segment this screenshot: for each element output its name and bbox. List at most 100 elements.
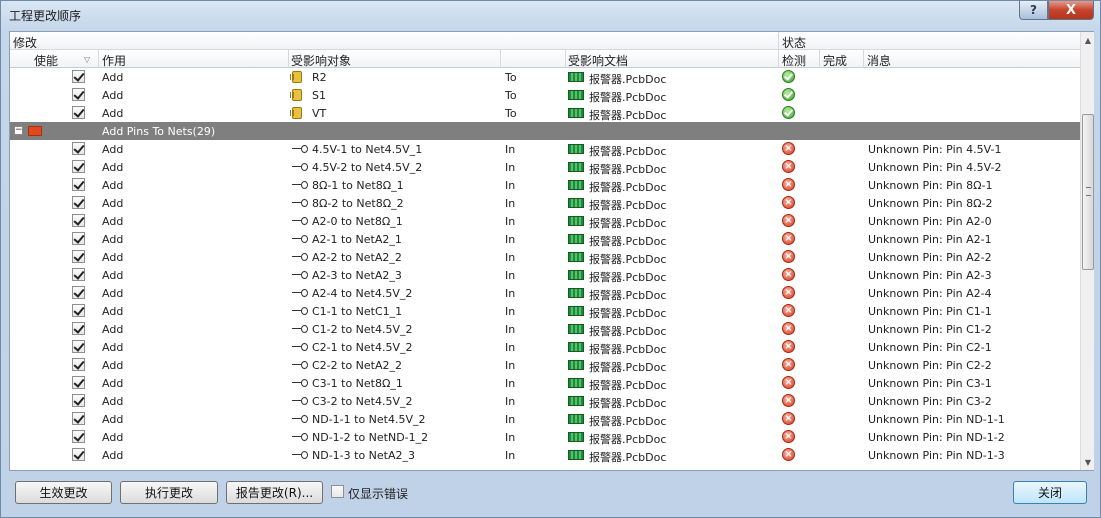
affected-doc-cell: 报警器.PcbDoc: [589, 361, 667, 374]
enable-checkbox[interactable]: [72, 178, 85, 191]
enable-checkbox[interactable]: [72, 286, 85, 299]
table-row[interactable]: Add C1-1 to NetC1_1 In 报警器.PcbDoc × Unknown P…: [10, 302, 1080, 320]
enable-checkbox[interactable]: [72, 142, 85, 155]
message-cell: Unknown Pin: Pin C2-2: [868, 359, 992, 372]
message-cell: Unknown Pin: Pin C1-2: [868, 323, 992, 336]
affected-doc-cell: 报警器.PcbDoc: [589, 253, 667, 266]
message-cell: Unknown Pin: Pin 8Ω-1: [868, 179, 993, 192]
enable-checkbox[interactable]: [72, 412, 85, 425]
pin-icon: [292, 163, 308, 171]
direction-cell: In: [505, 143, 516, 156]
action-cell: Add: [102, 341, 124, 354]
pcb-document-icon: [568, 432, 584, 442]
enable-checkbox[interactable]: [72, 106, 85, 119]
table-row[interactable]: Add A2-4 to Net4.5V_2 In 报警器.PcbDoc × Unknown…: [10, 284, 1080, 302]
enable-checkbox[interactable]: [72, 268, 85, 281]
affected-doc-cell: 报警器.PcbDoc: [589, 343, 667, 356]
only-show-errors-checkbox[interactable]: [331, 485, 344, 498]
table-row[interactable]: Add 8Ω-2 to Net8Ω_2 In 报警器.PcbDoc × Unknown P…: [10, 194, 1080, 212]
table-row[interactable]: Add 4.5V-1 to Net4.5V_1 In 报警器.PcbDoc × Unkno…: [10, 140, 1080, 158]
affected-object-cell: 4.5V-1 to Net4.5V_1: [312, 143, 423, 156]
table-row[interactable]: Add ND-1-1 to Net4.5V_2 In 报警器.PcbDoc × Unkno…: [10, 410, 1080, 428]
col-affected-object-header[interactable]: 受影响对象: [291, 52, 351, 69]
enable-checkbox[interactable]: [72, 430, 85, 443]
col-affected-doc-header[interactable]: 受影响文档: [568, 52, 628, 69]
table-row[interactable]: Add C2-1 to Net4.5V_2 In 报警器.PcbDoc × Unknown…: [10, 338, 1080, 356]
enable-checkbox[interactable]: [72, 214, 85, 227]
affected-doc-cell: 报警器.PcbDoc: [589, 415, 667, 428]
enable-checkbox[interactable]: [72, 448, 85, 461]
action-cell: Add: [102, 269, 124, 282]
enable-checkbox[interactable]: [72, 322, 85, 335]
pcb-document-icon: [568, 360, 584, 370]
action-cell: Add: [102, 89, 124, 102]
table-row[interactable]: Add ND-1-3 to NetA2_3 In 报警器.PcbDoc × Unknown…: [10, 446, 1080, 464]
direction-cell: In: [505, 287, 516, 300]
error-icon: ×: [782, 160, 795, 173]
table-row[interactable]: Add ND-1-2 to NetND-1_2 In 报警器.PcbDoc × Unkno…: [10, 428, 1080, 446]
table-row[interactable]: Add R2 To 报警器.PcbDoc: [10, 68, 1080, 86]
report-changes-button[interactable]: 报告更改(R)...: [226, 481, 323, 504]
close-button[interactable]: 关闭: [1013, 481, 1087, 504]
enable-checkbox[interactable]: [72, 70, 85, 83]
error-icon: ×: [782, 286, 795, 299]
window-title: 工程更改顺序: [9, 9, 82, 23]
table-row[interactable]: Add A2-0 to Net8Ω_1 In 报警器.PcbDoc × Unknown P…: [10, 212, 1080, 230]
window-close-button[interactable]: X: [1048, 1, 1094, 20]
affected-doc-cell: 报警器.PcbDoc: [589, 379, 667, 392]
direction-cell: In: [505, 251, 516, 264]
enable-checkbox[interactable]: [72, 160, 85, 173]
col-message-header[interactable]: 消息: [867, 52, 891, 69]
sort-filter-icon[interactable]: ▽: [84, 55, 90, 64]
validate-changes-button[interactable]: 生效更改: [15, 481, 112, 504]
table-row[interactable]: Add A2-2 to NetA2_2 In 报警器.PcbDoc × Unknown P…: [10, 248, 1080, 266]
scroll-down-icon[interactable]: ▼: [1081, 454, 1095, 470]
enable-checkbox[interactable]: [72, 376, 85, 389]
collapse-icon[interactable]: −: [14, 126, 23, 135]
help-button[interactable]: ?: [1019, 1, 1048, 20]
affected-doc-cell: 报警器.PcbDoc: [589, 235, 667, 248]
direction-cell: In: [505, 431, 516, 444]
message-cell: Unknown Pin: Pin 4.5V-1: [868, 143, 1002, 156]
error-icon: ×: [782, 430, 795, 443]
pcb-document-icon: [568, 72, 584, 82]
action-cell: Add: [102, 197, 124, 210]
enable-checkbox[interactable]: [72, 196, 85, 209]
scroll-up-icon[interactable]: ▲: [1081, 32, 1095, 48]
table-row[interactable]: Add C3-2 to Net4.5V_2 In 报警器.PcbDoc × Unknown…: [10, 392, 1080, 410]
col-action-header[interactable]: 作用: [102, 52, 126, 69]
group-header-row: 修改 状态: [10, 32, 1080, 50]
table-row[interactable]: Add 8Ω-1 to Net8Ω_1 In 报警器.PcbDoc × Unknown P…: [10, 176, 1080, 194]
col-enable-header[interactable]: 使能: [34, 52, 58, 69]
enable-checkbox[interactable]: [72, 394, 85, 407]
direction-cell: In: [505, 179, 516, 192]
vertical-scrollbar[interactable]: ▲ ▼: [1080, 32, 1094, 470]
pcb-document-icon: [568, 144, 584, 154]
execute-changes-button[interactable]: 执行更改: [120, 481, 218, 504]
col-done-header[interactable]: 完成: [823, 52, 847, 69]
enable-checkbox[interactable]: [72, 232, 85, 245]
table-row[interactable]: Add A2-3 to NetA2_3 In 报警器.PcbDoc × Unknown P…: [10, 266, 1080, 284]
pin-icon: [292, 235, 308, 243]
enable-checkbox[interactable]: [72, 358, 85, 371]
table-row[interactable]: Add A2-1 to NetA2_1 In 报警器.PcbDoc × Unknown P…: [10, 230, 1080, 248]
enable-checkbox[interactable]: [72, 250, 85, 263]
table-row[interactable]: Add 4.5V-2 to Net4.5V_2 In 报警器.PcbDoc × Unkno…: [10, 158, 1080, 176]
check-ok-icon: [782, 106, 795, 119]
affected-object-cell: A2-2 to NetA2_2: [312, 251, 402, 264]
table-row[interactable]: Add C2-2 to NetA2_2 In 报警器.PcbDoc × Unknown P…: [10, 356, 1080, 374]
table-row[interactable]: Add C3-1 to Net8Ω_1 In 报警器.PcbDoc × Unknown P…: [10, 374, 1080, 392]
table-row[interactable]: Add C1-2 to Net4.5V_2 In 报警器.PcbDoc × Unknown…: [10, 320, 1080, 338]
title-bar[interactable]: 工程更改顺序 ? X: [1, 1, 1100, 27]
col-check-header[interactable]: 检测: [782, 52, 806, 69]
enable-checkbox[interactable]: [72, 304, 85, 317]
changes-table: 修改 状态 使能 ▽ 作用 受影响对象 受影响文档 检测 完成 消息 Add R2…: [9, 31, 1094, 471]
enable-checkbox[interactable]: [72, 340, 85, 353]
table-row[interactable]: Add VT To 报警器.PcbDoc: [10, 104, 1080, 122]
table-row[interactable]: Add S1 To 报警器.PcbDoc: [10, 86, 1080, 104]
scroll-thumb[interactable]: [1082, 114, 1094, 270]
group-row[interactable]: − Add Pins To Nets(29): [10, 122, 1080, 140]
action-cell: Add: [102, 179, 124, 192]
enable-checkbox[interactable]: [72, 88, 85, 101]
direction-cell: In: [505, 395, 516, 408]
